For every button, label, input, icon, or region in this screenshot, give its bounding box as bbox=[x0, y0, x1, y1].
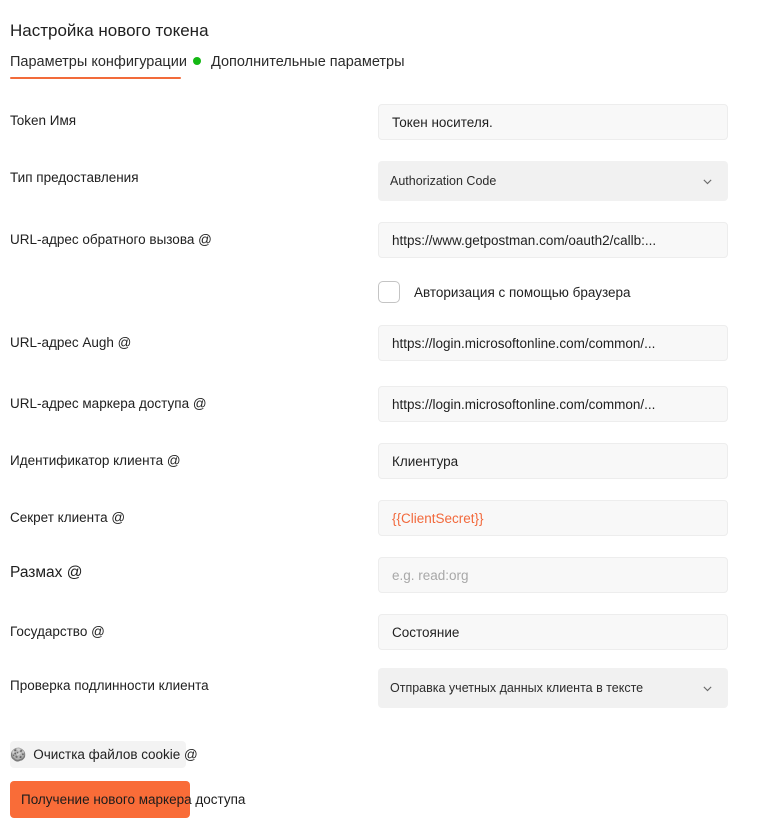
form-row-callback-url: URL-адрес обратного вызова @ https://www… bbox=[0, 222, 763, 274]
label-client-id: Идентификатор клиента @ bbox=[10, 453, 181, 468]
page-title: Настройка нового токена bbox=[10, 21, 209, 40]
form-row-grant-type: Тип предоставления Authorization Code bbox=[0, 161, 763, 213]
label-auth-url: URL-адрес Augh @ bbox=[10, 335, 132, 350]
form-row-client-secret: Секрет клиента @ {{ClientSecret}} bbox=[0, 500, 763, 552]
cookie-icon: 🍪 bbox=[10, 747, 27, 762]
chevron-down-icon bbox=[701, 175, 714, 188]
state-value: Состояние bbox=[392, 624, 460, 640]
clear-cookies-button-label: 🍪 Очистка файлов cookie @ bbox=[10, 741, 198, 768]
auth-url-value: https://login.microsoftonline.com/common… bbox=[392, 335, 656, 351]
scope-placeholder: e.g. read:org bbox=[392, 567, 469, 583]
auth-url-input[interactable]: https://login.microsoftonline.com/common… bbox=[378, 325, 728, 361]
label-grant-type: Тип предоставления bbox=[10, 170, 139, 185]
tab-bar: Параметры конфигурации Дополнительные па… bbox=[0, 52, 763, 80]
token-name-value: Токен носителя. bbox=[392, 114, 493, 130]
form-row-client-authentication: Проверка подлинности клиента Отправка уч… bbox=[0, 668, 763, 720]
clear-cookies-text: Очистка файлов cookie @ bbox=[33, 747, 198, 762]
label-callback-url: URL-адрес обратного вызова @ bbox=[10, 232, 212, 247]
client-id-value: Клиентура bbox=[392, 453, 459, 469]
form-row-state: Государство @ Состояние bbox=[0, 614, 763, 666]
active-tab-underline bbox=[10, 77, 181, 79]
label-client-authentication: Проверка подлинности клиента bbox=[10, 678, 209, 693]
label-token-name: Token Имя bbox=[10, 113, 77, 128]
tab-advanced-options[interactable]: Дополнительные параметры bbox=[211, 52, 405, 72]
label-state: Государство @ bbox=[10, 624, 105, 639]
grant-type-value: Authorization Code bbox=[390, 174, 497, 188]
label-access-token-url: URL-адрес маркера доступа @ bbox=[10, 396, 207, 411]
label-client-secret: Секрет клиента @ bbox=[10, 510, 126, 525]
state-input[interactable]: Состояние bbox=[378, 614, 728, 650]
grant-type-select[interactable]: Authorization Code bbox=[378, 161, 728, 201]
tab-status-dot-icon bbox=[192, 57, 201, 65]
authorize-using-browser-checkbox[interactable] bbox=[378, 281, 400, 303]
get-new-access-token-button[interactable] bbox=[10, 781, 190, 818]
client-authentication-value: Отправка учетных данных клиента в тексте bbox=[390, 681, 644, 695]
form-row-client-id: Идентификатор клиента @ Клиентура bbox=[0, 443, 763, 495]
client-secret-input[interactable]: {{ClientSecret}} bbox=[378, 500, 728, 536]
form-row-token-name: Token Имя Токен носителя. bbox=[0, 104, 763, 156]
chevron-down-icon bbox=[701, 682, 714, 695]
authorize-using-browser-row[interactable]: Авторизация с помощью браузера bbox=[378, 281, 631, 303]
form-row-scope: Размах @ e.g. read:org bbox=[0, 557, 763, 609]
authorize-using-browser-label: Авторизация с помощью браузера bbox=[414, 284, 631, 300]
access-token-url-input[interactable]: https://login.microsoftonline.com/common… bbox=[378, 386, 728, 422]
client-secret-value: {{ClientSecret}} bbox=[392, 510, 484, 526]
token-name-input[interactable]: Токен носителя. bbox=[378, 104, 728, 140]
oauth2-token-config-panel: Настройка нового токена Параметры конфиг… bbox=[0, 0, 763, 828]
client-authentication-select[interactable]: Отправка учетных данных клиента в тексте bbox=[378, 668, 728, 708]
access-token-url-value: https://login.microsoftonline.com/common… bbox=[392, 396, 656, 412]
tab-configuration-options-label: Параметры конфигурации bbox=[10, 54, 187, 70]
label-scope: Размах @ bbox=[10, 564, 83, 581]
form-row-auth-url: URL-адрес Augh @ https://login.microsoft… bbox=[0, 325, 763, 377]
callback-url-value: https://www.getpostman.com/oauth2/callb:… bbox=[392, 232, 657, 248]
callback-url-input[interactable]: https://www.getpostman.com/oauth2/callb:… bbox=[378, 222, 728, 258]
form-row-access-token-url: URL-адрес маркера доступа @ https://logi… bbox=[0, 386, 763, 438]
client-id-input[interactable]: Клиентура bbox=[378, 443, 728, 479]
scope-input[interactable]: e.g. read:org bbox=[378, 557, 728, 593]
tab-configuration-options[interactable]: Параметры конфигурации bbox=[10, 52, 201, 72]
